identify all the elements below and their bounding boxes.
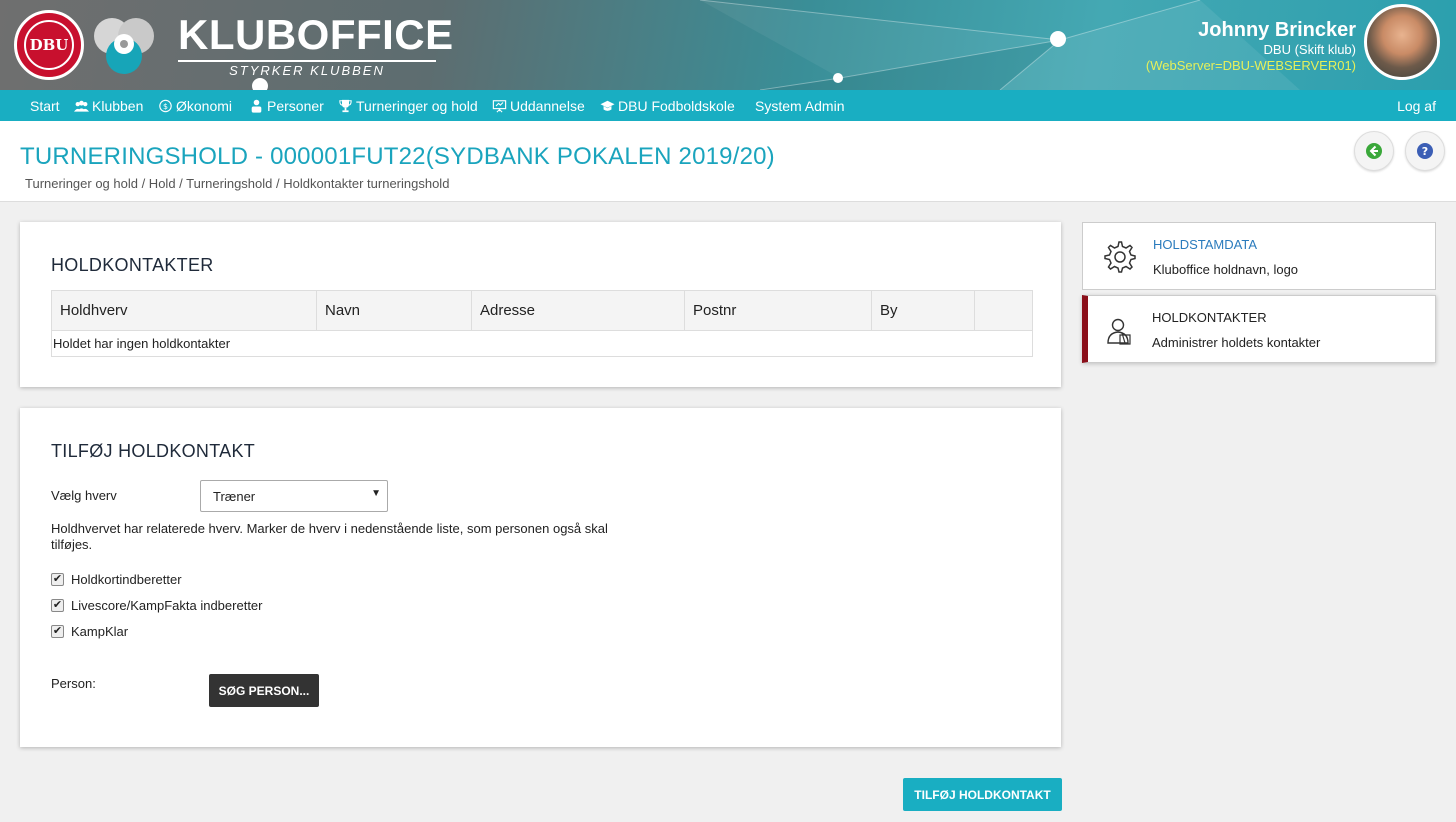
sidebar-item-title: HOLDSTAMDATA bbox=[1153, 237, 1258, 252]
checkbox[interactable]: ✔ bbox=[51, 599, 64, 612]
gear-icon bbox=[1104, 241, 1136, 273]
sidebar-item-desc: Administrer holdets kontakter bbox=[1152, 335, 1321, 350]
sidebar-item-holdstamdata[interactable]: HOLDSTAMDATA Kluboffice holdnavn, logo bbox=[1082, 222, 1436, 290]
people-icon bbox=[74, 100, 89, 112]
breadcrumb[interactable]: Turneringer og hold / Hold / Turneringsh… bbox=[25, 176, 449, 191]
column-navn[interactable]: Navn bbox=[316, 290, 472, 331]
server-info: (WebServer=DBU-WEBSERVER01) bbox=[1145, 58, 1356, 73]
nav-uddannelse-label: Uddannelse bbox=[510, 98, 585, 114]
nav-personer[interactable]: Personer bbox=[249, 98, 324, 114]
help-button[interactable]: ? bbox=[1405, 131, 1445, 171]
svg-text:?: ? bbox=[1422, 145, 1428, 158]
related-role-livescore[interactable]: ✔ Livescore/KampFakta indberetter bbox=[51, 598, 262, 613]
checkbox[interactable]: ✔ bbox=[51, 625, 64, 638]
related-roles-info-line2: tilføjes. bbox=[51, 537, 93, 552]
nav-klubben-label: Klubben bbox=[92, 98, 144, 114]
dropdown-arrow-icon: ▼ bbox=[371, 488, 381, 499]
search-person-button[interactable]: SØG PERSON... bbox=[209, 674, 319, 707]
contacts-table: Holdhverv Navn Adresse Postnr By Holdet … bbox=[51, 290, 1033, 357]
switch-club-link[interactable]: DBU (Skift klub) bbox=[1146, 42, 1356, 58]
nav-turneringer-label: Turneringer og hold bbox=[356, 98, 478, 114]
presentation-icon bbox=[492, 100, 507, 113]
svg-text:$: $ bbox=[163, 102, 168, 111]
nav-start-label: Start bbox=[30, 98, 60, 114]
contacts-heading: HOLDKONTAKTER bbox=[51, 255, 214, 275]
nav-system-admin-label: System Admin bbox=[755, 98, 845, 114]
back-button[interactable] bbox=[1354, 131, 1394, 171]
brand-tagline: STYRKER KLUBBEN bbox=[178, 60, 436, 78]
nav-klubben[interactable]: Klubben bbox=[74, 98, 143, 114]
table-row: Holdet har ingen holdkontakter bbox=[51, 330, 1033, 357]
avatar[interactable] bbox=[1364, 4, 1440, 80]
title-bar: TURNERINGSHOLD - 000001FUT22(SYDBANK POK… bbox=[0, 121, 1456, 202]
user-info: Johnny Brincker DBU (Skift klub) (WebSer… bbox=[1146, 18, 1356, 74]
person-icon bbox=[251, 99, 262, 113]
help-icon: ? bbox=[1417, 143, 1433, 159]
role-select[interactable]: Træner ▼ bbox=[200, 480, 388, 512]
contacts-panel: HOLDKONTAKTER Holdhverv Navn Adresse Pos… bbox=[20, 222, 1061, 387]
dbu-logo-text: DBU bbox=[24, 20, 74, 70]
sidebar-item-title: HOLDKONTAKTER bbox=[1152, 310, 1267, 325]
nav-system-admin[interactable]: System Admin bbox=[755, 98, 844, 114]
sidebar-item-desc: Kluboffice holdnavn, logo bbox=[1153, 262, 1299, 277]
add-contact-button[interactable]: TILFØJ HOLDKONTAKT bbox=[903, 778, 1062, 811]
logout-link[interactable]: Log af bbox=[1397, 90, 1436, 121]
person-label: Person: bbox=[51, 676, 96, 691]
page-title: TURNERINGSHOLD - 000001FUT22(SYDBANK POK… bbox=[20, 143, 775, 170]
brand-name: KLUBOFFICE bbox=[178, 11, 454, 58]
related-role-label: Livescore/KampFakta indberetter bbox=[71, 598, 263, 613]
nav-uddannelse[interactable]: Uddannelse bbox=[492, 98, 585, 114]
related-roles-info: Holdhvervet har relaterede hverv. Marker… bbox=[51, 521, 608, 553]
related-role-label: Holdkortindberetter bbox=[71, 572, 182, 587]
role-select-value: Træner bbox=[213, 489, 256, 504]
main-nav: Start Klubben $ Økonomi Personer Turneri… bbox=[0, 90, 1456, 121]
contact-person-icon bbox=[1107, 318, 1131, 345]
related-role-holdkortindberetter[interactable]: ✔ Holdkortindberetter bbox=[51, 572, 182, 587]
role-label: Vælg hverv bbox=[51, 488, 117, 503]
header-banner: DBU KLUBOFFICE STYRKER KLUBBEN Johnny Br… bbox=[0, 0, 1456, 90]
nav-okonomi-label: Økonomi bbox=[176, 98, 233, 114]
nav-fodboldskole[interactable]: DBU Fodboldskole bbox=[600, 98, 735, 114]
checkbox[interactable]: ✔ bbox=[51, 573, 64, 586]
column-postnr[interactable]: Postnr bbox=[684, 290, 872, 331]
related-roles-info-line1: Holdhvervet har relaterede hverv. Marker… bbox=[51, 521, 608, 536]
related-role-label: KampKlar bbox=[71, 624, 129, 639]
column-actions bbox=[974, 290, 1033, 331]
column-adresse[interactable]: Adresse bbox=[471, 290, 685, 331]
column-by[interactable]: By bbox=[871, 290, 975, 331]
nav-start[interactable]: Start bbox=[30, 98, 60, 114]
nav-fodboldskole-label: DBU Fodboldskole bbox=[618, 98, 735, 114]
graduation-cap-icon bbox=[600, 100, 615, 111]
column-holdhverv[interactable]: Holdhverv bbox=[51, 290, 317, 331]
trophy-icon bbox=[339, 99, 352, 113]
club-logo bbox=[94, 18, 154, 74]
add-contact-heading: TILFØJ HOLDKONTAKT bbox=[51, 441, 256, 461]
related-role-kampklar[interactable]: ✔ KampKlar bbox=[51, 624, 128, 639]
nav-turneringer[interactable]: Turneringer og hold bbox=[338, 98, 478, 114]
brand: KLUBOFFICE STYRKER KLUBBEN bbox=[178, 12, 454, 78]
coin-icon: $ bbox=[159, 99, 172, 113]
empty-table-text: Holdet har ingen holdkontakter bbox=[51, 330, 1033, 357]
nav-personer-label: Personer bbox=[267, 98, 324, 114]
user-name: Johnny Brincker bbox=[1198, 19, 1356, 41]
table-header-row: Holdhverv Navn Adresse Postnr By bbox=[51, 290, 1033, 331]
dbu-logo: DBU bbox=[14, 10, 84, 80]
sidebar-item-holdkontakter[interactable]: HOLDKONTAKTER Administrer holdets kontak… bbox=[1082, 295, 1436, 363]
back-arrow-icon bbox=[1366, 143, 1382, 159]
nav-okonomi[interactable]: $ Økonomi bbox=[158, 98, 232, 114]
add-contact-panel: TILFØJ HOLDKONTAKT Vælg hverv Træner ▼ H… bbox=[20, 408, 1061, 747]
